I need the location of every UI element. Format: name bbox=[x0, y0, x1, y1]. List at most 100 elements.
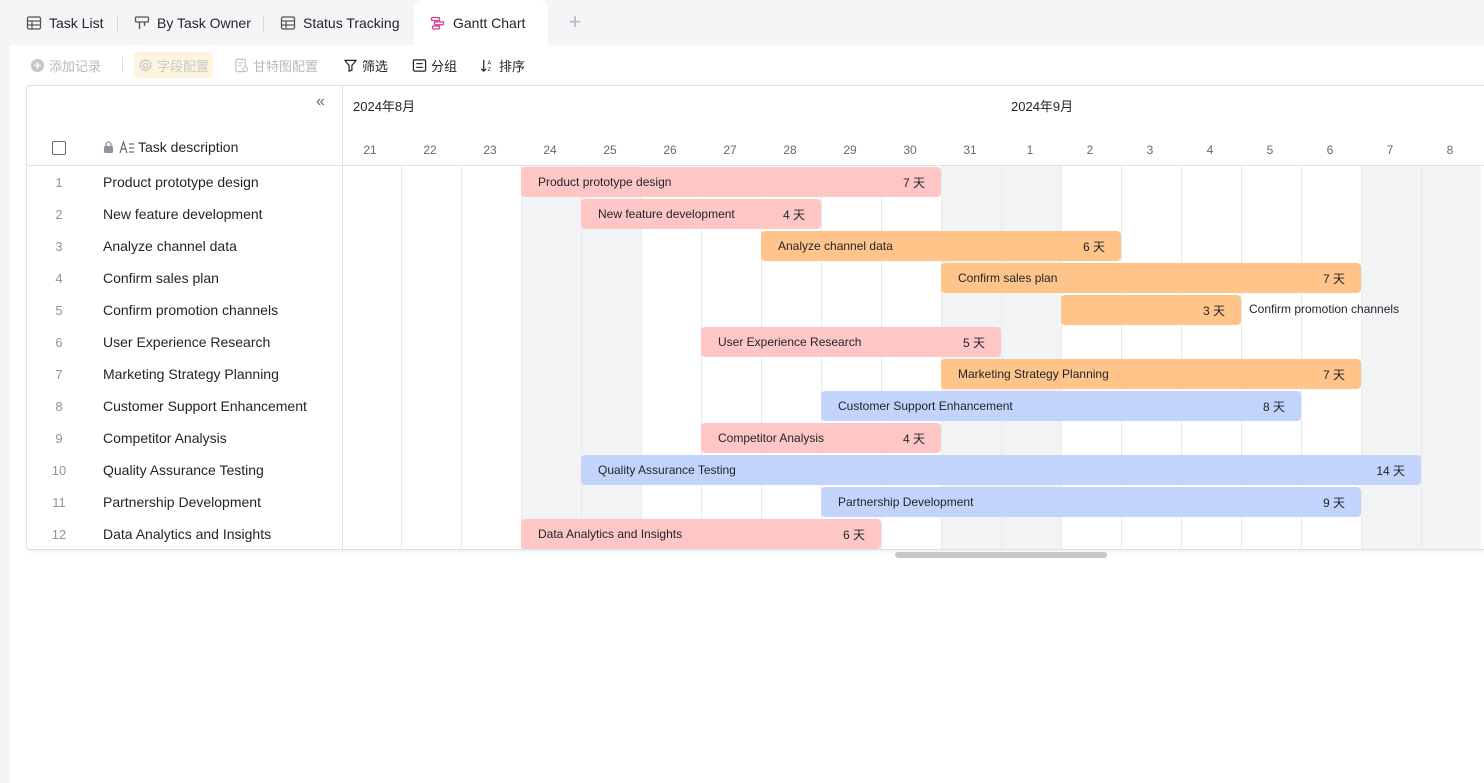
month-label: 2024年9月 bbox=[1011, 99, 1074, 114]
task-description-cell[interactable]: Confirm sales plan bbox=[103, 270, 219, 286]
kanban-icon bbox=[134, 15, 150, 29]
row-number: 2 bbox=[55, 206, 63, 222]
gantt-bar[interactable]: Competitor Analysis 4 天 bbox=[701, 423, 941, 453]
table-row[interactable]: 1 Product prototype design bbox=[27, 166, 342, 198]
sort-icon: AZ bbox=[480, 59, 492, 73]
day-label: 24 bbox=[543, 143, 557, 157]
day-label: 27 bbox=[723, 143, 737, 157]
table-row[interactable]: 10 Quality Assurance Testing bbox=[27, 454, 342, 486]
gantt-bar[interactable]: New feature development 4 天 bbox=[581, 199, 821, 229]
task-description-cell[interactable]: Data Analytics and Insights bbox=[103, 526, 271, 542]
gantt-config-button[interactable]: 甘特图配置 bbox=[234, 45, 318, 85]
gantt-bar-label: Analyze channel data bbox=[778, 239, 893, 253]
task-description-cell[interactable]: Analyze channel data bbox=[103, 238, 237, 254]
tab-by-task-owner[interactable]: By Task Owner bbox=[134, 0, 251, 45]
task-description-cell[interactable]: New feature development bbox=[103, 206, 263, 222]
tab-label: Gantt Chart bbox=[453, 14, 526, 31]
day-label: 2 bbox=[1086, 143, 1094, 157]
gantt-bar-label: Confirm promotion channels bbox=[1249, 302, 1400, 316]
task-description-cell[interactable]: Partnership Development bbox=[103, 494, 261, 510]
gantt-bar[interactable]: Data Analytics and Insights 6 天 bbox=[521, 519, 881, 549]
svg-text:Z: Z bbox=[488, 67, 492, 73]
row-number: 4 bbox=[55, 270, 63, 286]
tab-status-tracking[interactable]: Status Tracking bbox=[280, 0, 400, 45]
gantt-bar-label: Confirm sales plan bbox=[958, 271, 1058, 285]
sort-button[interactable]: AZ 排序 bbox=[480, 45, 525, 85]
gantt-bar[interactable]: User Experience Research 5 天 bbox=[701, 327, 1001, 357]
gantt-icon bbox=[430, 16, 445, 30]
gantt-bar-duration: 5 天 bbox=[962, 335, 985, 350]
day-label: 23 bbox=[483, 143, 497, 157]
row-number: 9 bbox=[55, 430, 63, 446]
text-field-icon bbox=[119, 140, 134, 154]
row-number: 5 bbox=[55, 302, 63, 318]
group-button[interactable]: 分组 bbox=[412, 45, 457, 85]
select-all-checkbox[interactable] bbox=[52, 141, 66, 155]
table-row[interactable]: 11 Partnership Development bbox=[27, 486, 342, 518]
gantt-bar-label: Partnership Development bbox=[838, 495, 974, 509]
gantt-bar-label: Marketing Strategy Planning bbox=[958, 367, 1109, 381]
gantt-bar[interactable]: Marketing Strategy Planning 7 天 bbox=[941, 359, 1361, 389]
day-label: 31 bbox=[963, 143, 977, 157]
grid-table-icon bbox=[26, 15, 42, 30]
tab-gantt-chart[interactable]: Gantt Chart bbox=[414, 0, 548, 45]
gantt-grid: « Task description 1 Product prototype de… bbox=[26, 85, 1484, 550]
add-record-button[interactable]: 添加记录 bbox=[30, 45, 101, 85]
gantt-bar[interactable]: 3 天 bbox=[1061, 295, 1241, 325]
table-row[interactable]: 12 Data Analytics and Insights bbox=[27, 518, 342, 549]
collapse-pane-icon[interactable]: « bbox=[316, 94, 332, 111]
gantt-bar-duration: 7 天 bbox=[1322, 367, 1345, 382]
gantt-bar[interactable]: Quality Assurance Testing 14 天 bbox=[581, 455, 1421, 485]
gantt-bar-label: New feature development bbox=[598, 207, 735, 221]
gantt-settings-icon bbox=[235, 58, 249, 72]
plus-circle-icon bbox=[30, 58, 45, 72]
column-header-label: Task description bbox=[138, 139, 239, 155]
task-description-cell[interactable]: Marketing Strategy Planning bbox=[103, 366, 279, 382]
gantt-bar-duration: 8 天 bbox=[1262, 399, 1285, 414]
table-row[interactable]: 7 Marketing Strategy Planning bbox=[27, 358, 342, 390]
day-label: 28 bbox=[783, 143, 797, 157]
task-description-cell[interactable]: Customer Support Enhancement bbox=[103, 398, 307, 414]
gantt-bar[interactable]: Partnership Development 9 天 bbox=[821, 487, 1361, 517]
gantt-bar-duration: 7 天 bbox=[902, 175, 925, 190]
filter-icon bbox=[344, 59, 357, 72]
task-description-cell[interactable]: Competitor Analysis bbox=[103, 430, 227, 446]
table-row[interactable]: 2 New feature development bbox=[27, 198, 342, 230]
table-row[interactable]: 5 Confirm promotion channels bbox=[27, 294, 342, 326]
gantt-bar[interactable]: Analyze channel data 6 天 bbox=[761, 231, 1121, 261]
column-header-task-description[interactable]: Task description bbox=[103, 139, 238, 155]
table-row[interactable]: 9 Competitor Analysis bbox=[27, 422, 342, 454]
table-row[interactable]: 4 Confirm sales plan bbox=[27, 262, 342, 294]
row-number: 6 bbox=[55, 334, 63, 350]
gantt-bar[interactable]: Product prototype design 7 天 bbox=[521, 167, 941, 197]
tab-divider bbox=[263, 16, 264, 32]
weekend-column bbox=[1421, 166, 1481, 549]
gantt-bar[interactable]: Customer Support Enhancement 8 天 bbox=[821, 391, 1301, 421]
day-label: 1 bbox=[1026, 143, 1034, 157]
lock-icon bbox=[104, 141, 113, 153]
table-row[interactable]: 6 User Experience Research bbox=[27, 326, 342, 358]
gantt-bar[interactable]: Confirm sales plan 7 天 bbox=[941, 263, 1361, 293]
gantt-config-label: 甘特图配置 bbox=[253, 58, 319, 74]
gantt-bar-label: User Experience Research bbox=[718, 335, 862, 349]
gear-icon bbox=[139, 57, 152, 72]
horizontal-scrollbar[interactable] bbox=[895, 552, 1107, 558]
day-label: 30 bbox=[903, 143, 917, 157]
gantt-bar-label: Competitor Analysis bbox=[718, 431, 825, 445]
add-view-button[interactable]: + bbox=[566, 11, 584, 33]
table-row[interactable]: 8 Customer Support Enhancement bbox=[27, 390, 342, 422]
table-row[interactable]: 3 Analyze channel data bbox=[27, 230, 342, 262]
main-panel: 添加记录 字段配置 甘特图配置 筛选 分组 AZ 排序 « Task descr… bbox=[10, 45, 1484, 783]
day-label: 7 bbox=[1386, 143, 1394, 157]
task-description-cell[interactable]: User Experience Research bbox=[103, 334, 270, 350]
task-description-cell[interactable]: Confirm promotion channels bbox=[103, 302, 278, 318]
task-description-cell[interactable]: Quality Assurance Testing bbox=[103, 462, 264, 478]
row-number: 7 bbox=[55, 366, 63, 382]
tab-task-list[interactable]: Task List bbox=[26, 0, 103, 45]
gantt-bar-duration: 4 天 bbox=[782, 207, 805, 222]
filter-button[interactable]: 筛选 bbox=[343, 45, 388, 85]
view-tab-bar: Task List By Task Owner Status Tracking … bbox=[0, 0, 1484, 45]
field-config-button[interactable]: 字段配置 bbox=[134, 52, 214, 78]
toolbar-divider bbox=[122, 57, 123, 73]
task-description-cell[interactable]: Product prototype design bbox=[103, 174, 259, 190]
